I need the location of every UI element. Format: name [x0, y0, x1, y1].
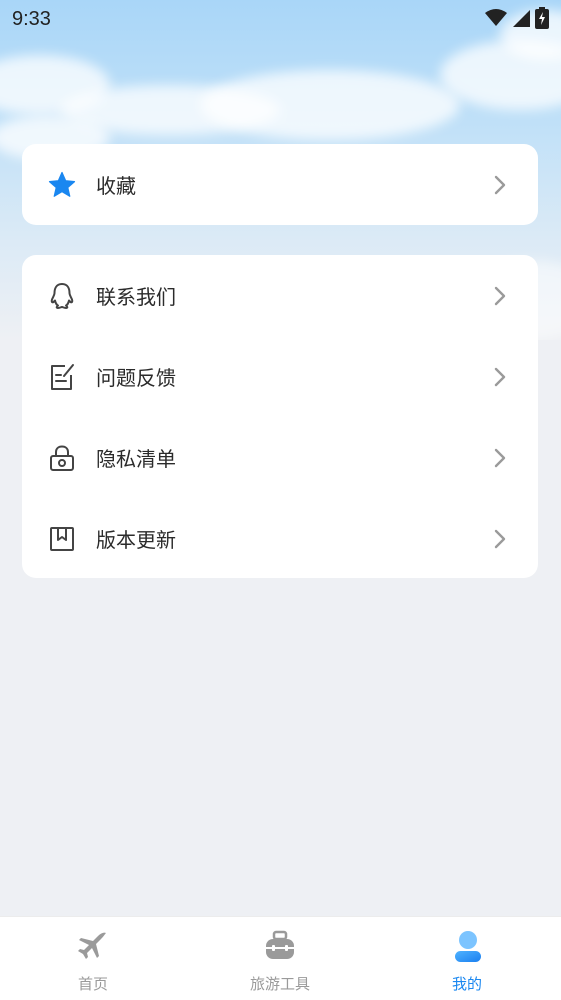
- tab-travel-tools[interactable]: 旅游工具: [220, 917, 340, 1000]
- menu-item-label: 问题反馈: [96, 366, 176, 390]
- status-bar: 9:33: [0, 0, 561, 40]
- status-time: 9:33: [12, 8, 51, 30]
- menu-item-feedback[interactable]: 问题反馈: [22, 336, 538, 417]
- tab-home[interactable]: 首页: [33, 917, 153, 1000]
- menu-item-favorites[interactable]: 收藏: [22, 144, 538, 225]
- bottom-tab-bar: 首页 旅游工具 我的: [0, 916, 561, 1000]
- edit-note-icon: [46, 361, 78, 393]
- star-icon: [46, 169, 78, 201]
- favorites-card: 收藏: [22, 144, 538, 225]
- tab-label: 首页: [77, 975, 108, 993]
- menu-item-label: 版本更新: [96, 528, 176, 552]
- chevron-right-icon: [494, 529, 506, 548]
- airplane-icon: [78, 932, 106, 959]
- menu-item-contact-us[interactable]: 联系我们: [22, 255, 538, 336]
- user-icon: [455, 931, 481, 962]
- chevron-right-icon: [494, 286, 506, 305]
- tab-mine[interactable]: 我的: [407, 917, 527, 1000]
- battery-charging-icon: [535, 7, 549, 29]
- chevron-right-icon: [494, 175, 506, 194]
- qq-penguin-icon: [46, 280, 78, 312]
- chevron-right-icon: [494, 448, 506, 467]
- wifi-icon: [485, 9, 507, 26]
- menu-item-privacy-list[interactable]: 隐私清单: [22, 417, 538, 498]
- tab-label: 旅游工具: [249, 975, 310, 993]
- menu-item-label: 联系我们: [96, 285, 176, 309]
- bookmark-book-icon: [46, 523, 78, 555]
- chevron-right-icon: [494, 367, 506, 386]
- lock-icon: [46, 442, 78, 474]
- suitcase-icon: [266, 930, 294, 959]
- tab-label: 我的: [451, 975, 482, 993]
- signal-icon: [513, 10, 530, 27]
- menu-item-version-update[interactable]: 版本更新: [22, 498, 538, 579]
- menu-item-label: 收藏: [96, 174, 136, 198]
- menu-card: 联系我们 问题反馈 隐私清单 版本更新: [22, 255, 538, 578]
- menu-item-label: 隐私清单: [96, 447, 176, 471]
